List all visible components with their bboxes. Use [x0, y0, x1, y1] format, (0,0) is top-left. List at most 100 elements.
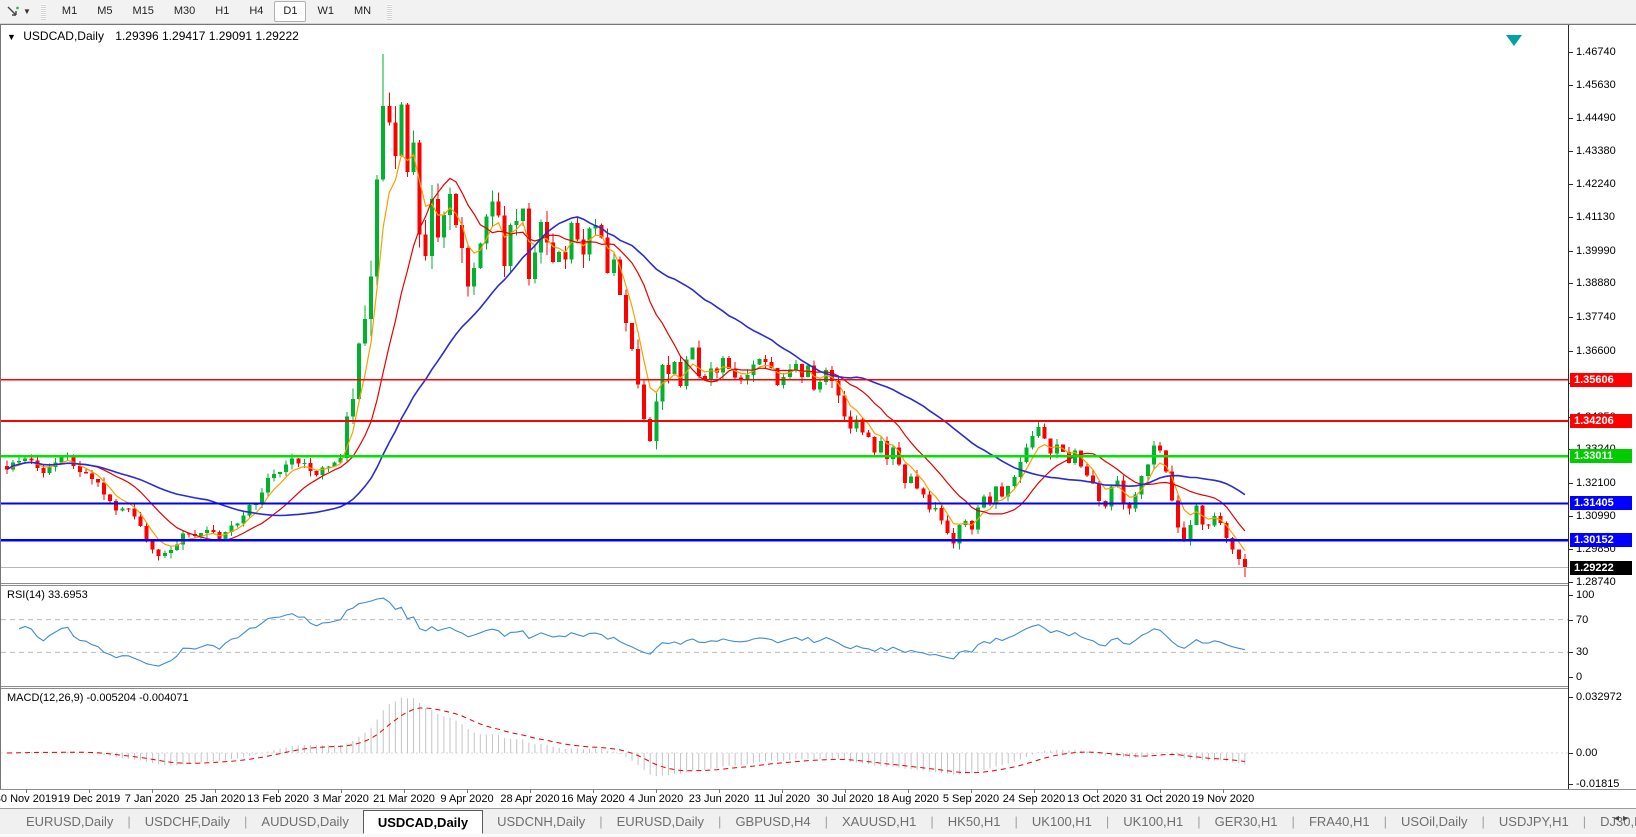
- date-axis-label: 19 Nov 2020: [1191, 793, 1255, 805]
- toolbar-grip: [387, 3, 393, 20]
- axis-tick: [1569, 250, 1573, 252]
- chart-tab-usdcnh-daily[interactable]: USDCNH,Daily: [483, 809, 599, 834]
- timeframe-button-m15[interactable]: M15: [123, 1, 162, 22]
- timeframe-button-mn[interactable]: MN: [345, 1, 380, 22]
- chart-tab-hk50-h1[interactable]: HK50,H1: [934, 809, 1015, 834]
- chart-tab-usdcad-daily[interactable]: USDCAD,Daily: [362, 810, 484, 834]
- price-axis-label: 1.37740: [1576, 310, 1616, 323]
- axis-tick: [1569, 483, 1573, 484]
- date-axis-label: 28 Apr 2020: [500, 793, 560, 805]
- axis-tick: [1569, 753, 1573, 754]
- price-tag-1.31405: 1.31405: [1570, 496, 1632, 511]
- timeframe-button-m30[interactable]: M30: [165, 1, 204, 22]
- price-axis-label: 1.43380: [1576, 144, 1616, 157]
- chart-tab-uk100-h1[interactable]: UK100,H1: [1018, 809, 1106, 834]
- rsi-axis-label: 30: [1576, 646, 1589, 659]
- rsi-panel-canvas[interactable]: [1, 586, 1568, 686]
- price-tag-1.34206: 1.34206: [1570, 414, 1632, 428]
- price-axis-label: 1.28740: [1576, 575, 1616, 588]
- price-axis-label: 1.45630: [1576, 78, 1616, 91]
- chart-tab-ger30-h1[interactable]: GER30,H1: [1201, 809, 1292, 834]
- date-axis-label: 9 Apr 2020: [440, 793, 494, 805]
- axis-tick: [1569, 52, 1573, 53]
- macd-axis-label: -0.01815: [1576, 777, 1620, 790]
- date-axis-label: 23 Jun 2020: [688, 793, 750, 805]
- price-axis-label: 1.36600: [1576, 344, 1616, 357]
- tab-scroll-arrows[interactable]: ◂▸: [1614, 813, 1632, 824]
- chart-tab-fra40-h1[interactable]: FRA40,H1: [1295, 809, 1384, 834]
- price-tag-1.30152: 1.30152: [1570, 533, 1632, 548]
- date-axis-label: 31 Oct 2020: [1130, 793, 1190, 805]
- tab-scroll-right-icon[interactable]: ▸: [1623, 813, 1632, 824]
- price-axis[interactable]: 1.46740 1.45630 1.44490 1.43380 1.42240 1.411…: [1568, 25, 1636, 790]
- chart-tool-icon[interactable]: [4, 3, 22, 21]
- axis-tick: [1569, 697, 1573, 698]
- chart-bottom-border: [0, 789, 1636, 790]
- chart-tab-audusd-daily[interactable]: AUDUSD,Daily: [247, 809, 362, 834]
- chart-shift-marker-icon: [1506, 35, 1522, 46]
- macd-axis-label: 0.00: [1576, 747, 1598, 759]
- axis-tick: [1569, 118, 1573, 120]
- price-axis-label: 1.42240: [1576, 178, 1616, 191]
- sma13-line: [6, 177, 1246, 542]
- date-axis-label: 30 Nov 2019: [0, 793, 58, 805]
- date-axis-label: 30 Jul 2020: [816, 793, 874, 805]
- macd-panel-canvas[interactable]: [1, 689, 1568, 790]
- axis-tick: [1569, 217, 1573, 219]
- price-axis-label: 1.46740: [1576, 46, 1616, 58]
- macd-label: MACD(12,26,9) -0.005204 -0.004071: [7, 692, 189, 704]
- mt4-window: ▼ M1 M5 M15 M30 H1 H4 D1 W1 MN ▼ USDCAD,Daily 1.…: [0, 0, 1636, 837]
- date-axis-label: 19 Dec 2019: [57, 793, 121, 805]
- date-axis-label: 7 Jan 2020: [124, 793, 180, 805]
- sma34-line: [6, 216, 1246, 517]
- axis-tick: [1569, 619, 1573, 621]
- axis-tick: [1569, 150, 1573, 152]
- chart-tab-usdchf-daily[interactable]: USDCHF,Daily: [131, 809, 244, 834]
- timeframe-button-m1[interactable]: M1: [53, 1, 86, 22]
- rsi-axis-label: 100: [1576, 589, 1595, 601]
- axis-tick: [1569, 184, 1573, 186]
- price-axis-label: 1.41130: [1576, 211, 1615, 224]
- chart-tab-gbpusd-h4[interactable]: GBPUSD,H4: [721, 809, 824, 834]
- rsi-line: [18, 597, 1246, 667]
- date-axis[interactable]: 30 Nov 2019 19 Dec 2019 7 Jan 2020 25 Jan 2…: [0, 789, 1636, 807]
- macd-axis-label: 0.032972: [1576, 691, 1622, 703]
- timeframe-button-d1[interactable]: D1: [274, 1, 307, 22]
- axis-tick: [1569, 581, 1573, 583]
- axis-tick: [1569, 595, 1573, 596]
- chart-tab-usdjpy-h1[interactable]: USDJPY,H1: [1485, 809, 1583, 834]
- toolbar-grip: [40, 3, 46, 20]
- chart-ohlc-values: 1.29396 1.29417 1.29091 1.29222: [115, 29, 299, 43]
- timeframe-button-h4[interactable]: H4: [240, 1, 272, 22]
- price-axis-label: 1.30990: [1576, 509, 1616, 522]
- chevron-down-icon[interactable]: ▼: [23, 7, 31, 16]
- chart-header: ▼ USDCAD,Daily 1.29396 1.29417 1.29091 1…: [7, 29, 299, 43]
- chart-tab-eurusd-daily[interactable]: EURUSD,Daily: [603, 809, 718, 834]
- date-axis-label: 5 Sep 2020: [942, 793, 1000, 805]
- date-axis-label: 13 Feb 2020: [247, 793, 309, 805]
- main-chart-canvas[interactable]: [1, 25, 1568, 583]
- tab-scroll-left-icon[interactable]: ◂: [1614, 813, 1623, 824]
- chart-tab-xauusd-h1[interactable]: XAUUSD,H1: [828, 809, 930, 834]
- date-axis-label: 16 May 2020: [561, 793, 625, 805]
- rsi-label: RSI(14) 33.6953: [7, 589, 88, 601]
- rsi-axis-label: 70: [1576, 613, 1589, 626]
- axis-tick: [1569, 783, 1573, 785]
- timeframe-button-h1[interactable]: H1: [206, 1, 238, 22]
- price-axis-label: 1.32100: [1576, 477, 1616, 489]
- chart-tab-usoil-daily[interactable]: USOil,Daily: [1387, 809, 1481, 834]
- axis-tick: [1569, 350, 1573, 352]
- chart-tab-bar: EURUSD,Daily | USDCHF,Daily | AUDUSD,Daily US…: [0, 808, 1636, 834]
- axis-tick: [1569, 677, 1573, 678]
- timeframe-button-w1[interactable]: W1: [308, 1, 343, 22]
- axis-tick: [1569, 515, 1573, 517]
- axis-tick: [1569, 283, 1573, 285]
- chart-tab-uk100-h1[interactable]: UK100,H1: [1109, 809, 1197, 834]
- price-tag-1.29222: 1.29222: [1570, 560, 1632, 575]
- chart-tab-eurusd-daily[interactable]: EURUSD,Daily: [12, 809, 127, 834]
- ema5-line: [6, 153, 1246, 551]
- date-axis-label: 13 Oct 2020: [1067, 793, 1127, 805]
- price-axis-label: 1.44490: [1576, 112, 1616, 125]
- timeframe-button-m5[interactable]: M5: [88, 1, 121, 22]
- collapse-triangle-icon[interactable]: ▼: [7, 32, 16, 42]
